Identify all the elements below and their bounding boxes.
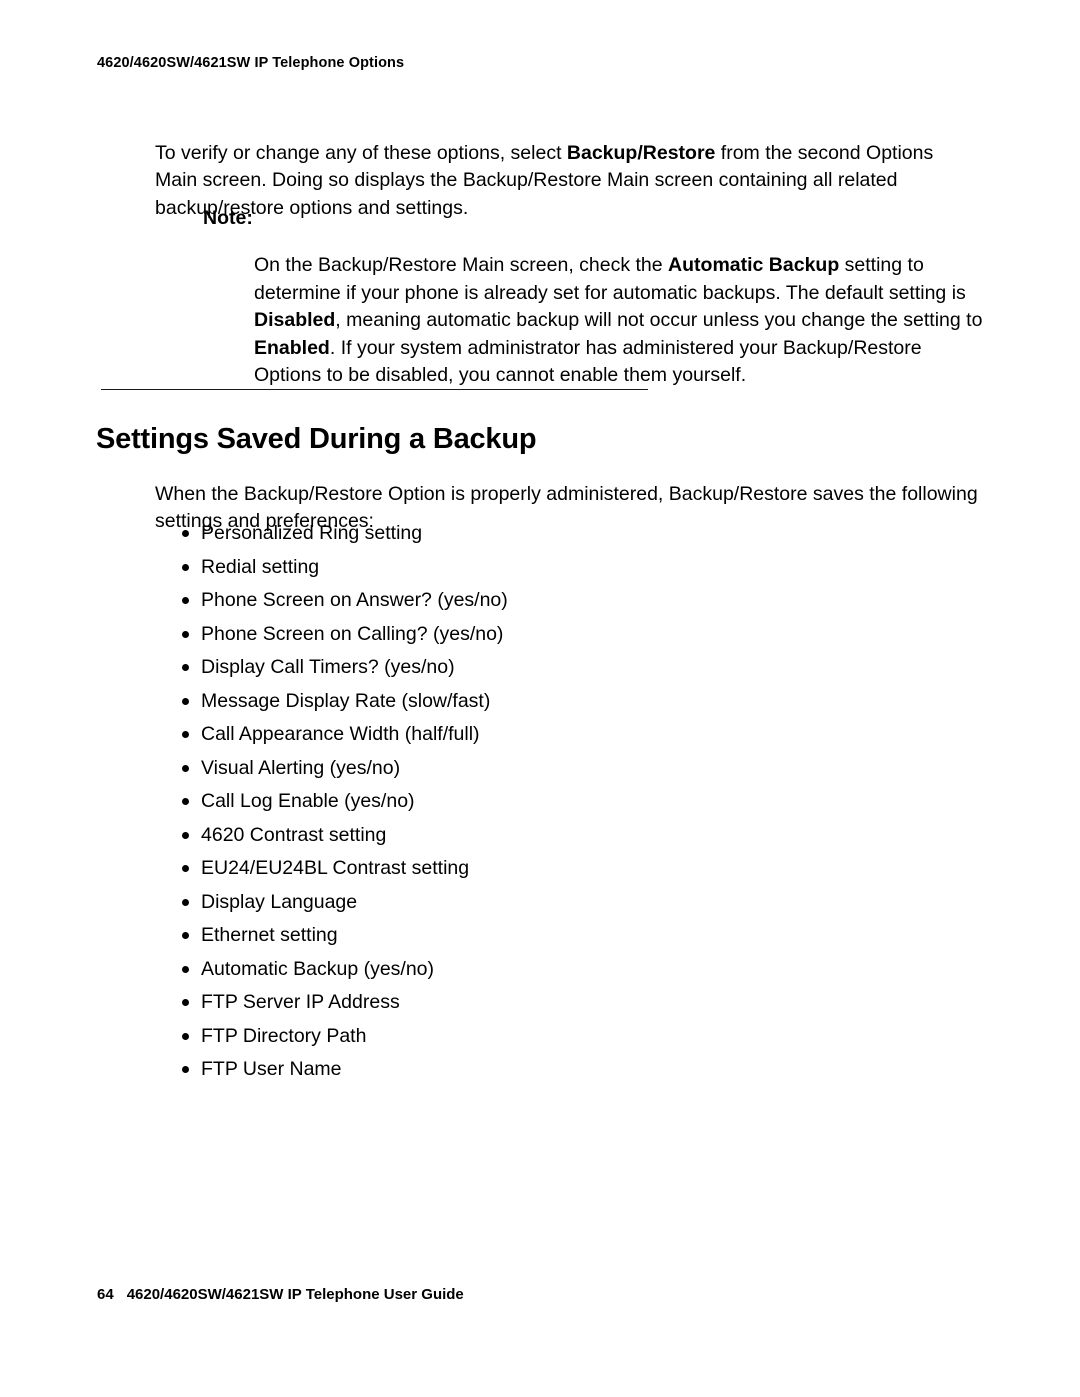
list-item: Redial setting <box>181 551 881 585</box>
footer-document-title: 4620/4620SW/4621SW IP Telephone User Gui… <box>126 1286 464 1303</box>
bullet-dot-icon <box>182 798 189 806</box>
bullet-dot-icon <box>182 630 189 638</box>
list-item-label: FTP Server IP Address <box>201 991 400 1013</box>
emphasis-run: Automatic Backup <box>668 254 840 276</box>
list-item-label: Call Log Enable (yes/no) <box>201 790 415 812</box>
list-item: Display Call Timers? (yes/no) <box>181 651 881 685</box>
list-item: Automatic Backup (yes/no) <box>181 953 881 987</box>
list-item: 4620 Contrast setting <box>181 819 881 853</box>
bullet-dot-icon <box>182 764 189 772</box>
bullet-dot-icon <box>182 831 189 839</box>
section-divider-rule <box>101 389 648 390</box>
list-item: Visual Alerting (yes/no) <box>181 752 881 786</box>
list-item: Display Language <box>181 886 881 920</box>
list-item-label: Call Appearance Width (half/full) <box>201 723 480 745</box>
note-label: Note: <box>203 207 253 229</box>
running-header: 4620/4620SW/4621SW IP Telephone Options <box>97 55 405 71</box>
note-body: On the Backup/Restore Main screen, check… <box>254 252 989 390</box>
emphasis-run: Disabled <box>254 309 336 331</box>
emphasis-run: Backup/Restore <box>566 141 716 164</box>
bullet-dot-icon <box>182 965 189 973</box>
list-item-label: Display Language <box>201 890 358 913</box>
note-block: Note: On the Backup/Restore Main screen,… <box>203 205 993 409</box>
list-item-label: EU24/EU24BL Contrast setting <box>201 857 470 879</box>
list-item-label: Phone Screen on Calling? (yes/no) <box>201 622 504 645</box>
document-page: 4620/4620SW/4621SW IP Telephone Options … <box>0 0 1080 1397</box>
section-heading: Settings Saved During a Backup <box>96 423 537 456</box>
bullet-dot-icon <box>182 597 189 605</box>
list-item-label: Automatic Backup (yes/no) <box>201 957 435 980</box>
list-item-label: FTP Directory Path <box>201 1024 367 1047</box>
text-run: To verify or change any of these options… <box>155 141 567 164</box>
list-item-label: Ethernet setting <box>201 924 338 946</box>
bullet-dot-icon <box>182 731 189 739</box>
list-item: FTP Server IP Address <box>181 986 881 1020</box>
list-item-label: Redial setting <box>201 555 320 578</box>
list-item: EU24/EU24BL Contrast setting <box>181 852 881 886</box>
list-item-label: Message Display Rate (slow/fast) <box>201 689 491 712</box>
list-item: Phone Screen on Calling? (yes/no) <box>181 618 881 652</box>
list-item: FTP Directory Path <box>181 1020 881 1054</box>
bullet-dot-icon <box>182 664 189 672</box>
list-item-label: Display Call Timers? (yes/no) <box>201 656 455 678</box>
footer-page-number: 64 <box>97 1286 114 1303</box>
bullet-dot-icon <box>182 898 189 906</box>
page-footer: 64 4620/4620SW/4621SW IP Telephone User G… <box>97 1286 464 1303</box>
emphasis-run: Enabled <box>254 336 330 359</box>
bullet-dot-icon <box>182 865 189 873</box>
bullet-dot-icon <box>182 999 189 1007</box>
list-item-label: Visual Alerting (yes/no) <box>201 756 401 779</box>
list-item: Message Display Rate (slow/fast) <box>181 685 881 719</box>
list-item: FTP User Name <box>181 1053 881 1087</box>
list-item: Personalized Ring setting <box>181 517 881 551</box>
list-item-label: FTP User Name <box>201 1058 342 1080</box>
list-item: Call Log Enable (yes/no) <box>181 785 881 819</box>
list-item: Call Appearance Width (half/full) <box>181 718 881 752</box>
bullet-dot-icon <box>182 932 189 940</box>
bullet-dot-icon <box>182 530 189 538</box>
text-run: . If your system administrator has admin… <box>254 336 922 387</box>
bullet-dot-icon <box>182 1032 189 1040</box>
bullet-dot-icon <box>182 563 189 571</box>
list-item: Ethernet setting <box>181 919 881 953</box>
bullet-dot-icon <box>182 1066 189 1074</box>
text-run: On the Backup/Restore Main screen, check… <box>254 254 669 276</box>
list-item-label: 4620 Contrast setting <box>201 823 387 846</box>
list-item-label: Phone Screen on Answer? (yes/no) <box>201 589 508 611</box>
list-item-label: Personalized Ring setting <box>201 522 423 544</box>
saved-settings-list: Personalized Ring setting Redial setting P… <box>181 517 881 1087</box>
bullet-dot-icon <box>182 697 189 705</box>
text-run: , meaning automatic backup will not occu… <box>335 309 983 331</box>
list-item: Phone Screen on Answer? (yes/no) <box>181 584 881 618</box>
